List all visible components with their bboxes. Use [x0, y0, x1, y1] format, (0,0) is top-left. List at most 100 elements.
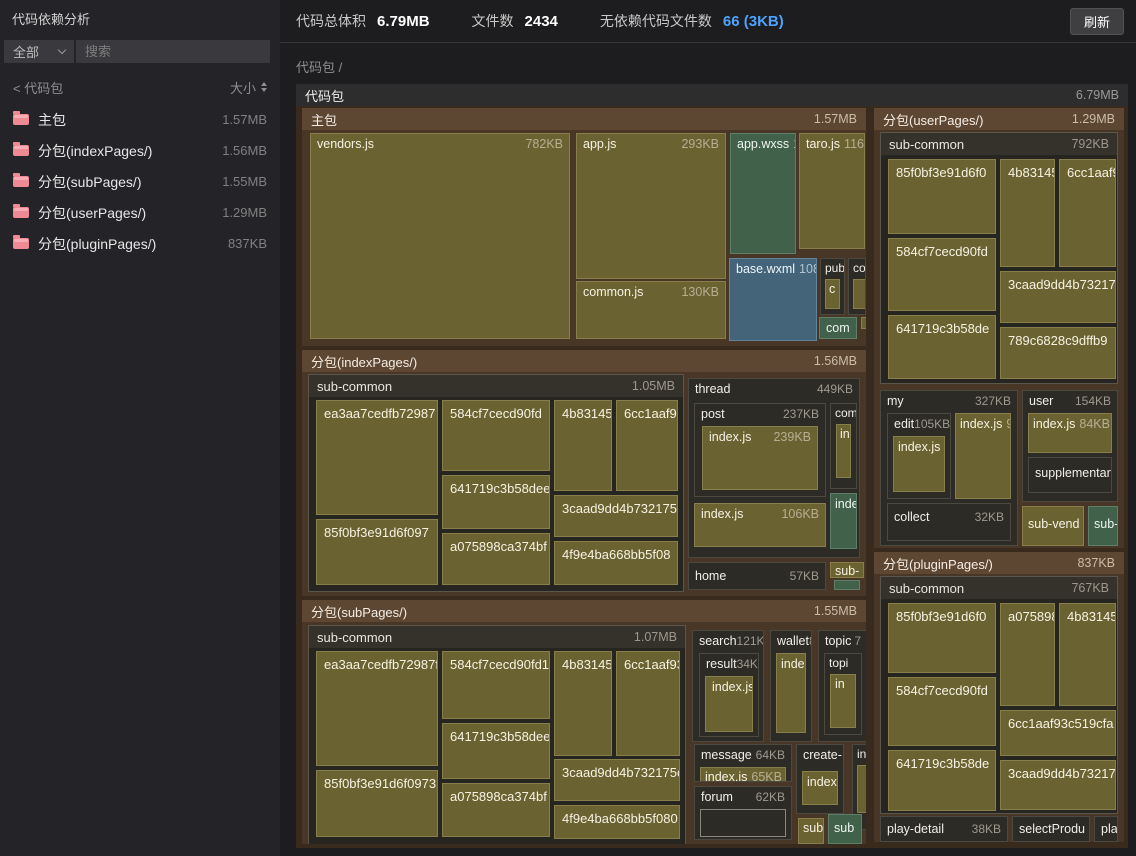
sidebar-item-userpages[interactable]: 分包(userPages/) 1.29MB [0, 197, 280, 228]
sub-common-header[interactable]: sub-common 792KB [881, 133, 1117, 155]
hash-file-box[interactable]: ea3aa7cedfb72987 [316, 400, 438, 515]
sidebar-item-pluginpages[interactable]: 分包(pluginPages/) 837KB [0, 228, 280, 259]
hash-file-box[interactable]: 85f0bf3e91d6f0 [888, 159, 996, 234]
dir-box-pub[interactable]: pub c [820, 258, 845, 315]
hash-file-box[interactable]: 641719c3b58dee [442, 723, 550, 779]
size-column-sort[interactable]: 大小 [230, 78, 267, 97]
filter-dropdown[interactable]: 全部 [4, 40, 74, 63]
file-box-index-js[interactable]: index.js84KB [1028, 413, 1112, 453]
hash-file-box[interactable]: 584cf7cecd90fd [888, 677, 996, 746]
file-box-app-wxss[interactable]: app.wxss11 [730, 133, 796, 254]
file-box[interactable]: c [825, 279, 840, 309]
file-box-inde[interactable]: inde [830, 493, 857, 549]
file-box-sub[interactable]: sub- [1088, 506, 1118, 546]
hash-file-box[interactable]: 6cc1aaf9 [616, 400, 678, 491]
file-box[interactable] [700, 809, 786, 837]
dir-box-wallet[interactable]: wallet8 index [770, 630, 812, 742]
dir-box-forum[interactable]: forum62KB [694, 786, 792, 840]
search-input[interactable] [76, 40, 270, 63]
hash-file-box[interactable]: 584cf7cecd90fd [888, 238, 996, 311]
dir-box-my[interactable]: my327KB edit105KB index.js index.js9 col… [880, 390, 1018, 546]
file-box[interactable] [834, 580, 860, 590]
hash-file-box[interactable]: 641719c3b58dee [442, 475, 550, 529]
file-box-index-js[interactable]: index.js [893, 436, 945, 492]
hash-file-box[interactable]: 4b831456 [554, 651, 612, 756]
treemap-section-header-main[interactable]: 主包 1.57MB [302, 108, 866, 130]
hash-file-box[interactable]: 789c6828c9dffb9 [1000, 327, 1116, 379]
file-box-app-js[interactable]: app.js293KB [576, 133, 726, 279]
file-box-sub[interactable]: sub- [830, 562, 864, 578]
file-box-taro-js[interactable]: taro.js116K [799, 133, 865, 249]
dir-box-supplementary[interactable]: supplementar [1028, 457, 1112, 493]
file-box[interactable]: in [836, 424, 851, 478]
file-box-index-js[interactable]: index.js9 [955, 413, 1011, 499]
hash-file-box[interactable]: 85f0bf3e91d6f0973 [316, 770, 438, 837]
file-box-index-js[interactable]: index.js106KB [694, 503, 826, 547]
file-box-index-js[interactable]: index.js239KB [702, 426, 818, 490]
breadcrumb[interactable]: 代码包 / [296, 57, 342, 76]
hash-file-box[interactable]: a075898ca374bf [442, 783, 550, 837]
treemap-root-header[interactable]: 代码包 6.79MB [296, 84, 1128, 106]
hash-file-box[interactable]: 3caad9dd4b732175c [554, 759, 680, 801]
dir-box-search[interactable]: search121K result34K index.js [692, 630, 764, 742]
dir-box-com[interactable]: com in [830, 403, 857, 489]
hash-file-box[interactable]: 85f0bf3e91d6f097 [316, 519, 438, 585]
hash-file-box[interactable]: 6cc1aaf93c519cfa [1000, 710, 1116, 756]
refresh-button[interactable]: 刷新 [1070, 8, 1124, 35]
treemap-section-header-indexpages[interactable]: 分包(indexPages/) 1.56MB [302, 350, 866, 372]
hash-file-box[interactable]: a075898 [1000, 603, 1055, 706]
treemap-section-header-userpages[interactable]: 分包(userPages/) 1.29MB [874, 108, 1124, 130]
dir-box-create[interactable]: create- index [796, 744, 844, 814]
hash-file-box[interactable]: 85f0bf3e91d6f0 [888, 603, 996, 673]
file-box-base-wxml[interactable]: base.wxml108 [729, 258, 817, 341]
file-box-index[interactable]: index [802, 771, 838, 805]
dir-box-collect[interactable]: collect32KB [887, 503, 1011, 541]
dir-box-user[interactable]: user154KB index.js84KB supplementar [1022, 390, 1118, 502]
dir-box-play[interactable]: play [1094, 816, 1118, 842]
hash-file-box[interactable]: 641719c3b58de [888, 315, 996, 379]
treemap-section-header-subpages[interactable]: 分包(subPages/) 1.55MB [302, 600, 866, 622]
sidebar-item-indexpages[interactable]: 分包(indexPages/) 1.56MB [0, 135, 280, 166]
file-box-sub-vendor[interactable]: sub-vend [1022, 506, 1084, 546]
hash-file-box[interactable]: a075898ca374bf [442, 533, 550, 585]
file-box[interactable] [861, 317, 866, 329]
hash-file-box[interactable]: 4f9e4ba668bb5f080 [554, 805, 680, 839]
hash-file-box[interactable]: 6cc1aaf9 [1059, 159, 1116, 267]
sidebar-item-main-package[interactable]: 主包 1.57MB [0, 104, 280, 135]
dir-box-co[interactable]: co [848, 258, 866, 315]
hash-file-box[interactable]: 3caad9dd4b73217 [1000, 271, 1116, 323]
hash-file-box[interactable]: 4b83145 [1000, 159, 1055, 267]
dir-box-edit[interactable]: edit105KB index.js [887, 413, 951, 499]
dir-box-select-product[interactable]: selectProdu [1012, 816, 1090, 842]
file-box-com[interactable]: com [819, 317, 857, 339]
dir-box-thread[interactable]: thread449KB post237KB index.js239KB inde… [688, 378, 860, 558]
sub-common-header[interactable]: sub-common 767KB [881, 577, 1117, 599]
treemap-section-header-pluginpages[interactable]: 分包(pluginPages/) 837KB [874, 552, 1124, 574]
hash-file-box[interactable]: 4b83145 [554, 400, 612, 491]
hash-file-box[interactable]: 3caad9dd4b73217 [1000, 760, 1116, 810]
hash-file-box[interactable]: 4b83145 [1059, 603, 1116, 706]
file-box[interactable] [853, 279, 866, 309]
sub-common-header[interactable]: sub-common 1.05MB [309, 375, 683, 397]
file-box-sub[interactable]: sub [798, 818, 824, 844]
file-box-index[interactable]: index [776, 653, 806, 733]
file-box-sub[interactable]: sub [828, 814, 862, 844]
hash-file-box[interactable]: 584cf7cecd90fd1 [442, 651, 550, 719]
dir-box-topic[interactable]: topic7 topi in [818, 630, 866, 742]
hash-file-box[interactable]: 641719c3b58de [888, 750, 996, 811]
hash-file-box[interactable]: 4f9e4ba668bb5f08 [554, 541, 678, 585]
file-box-index-js[interactable]: index.js65KB [700, 767, 786, 782]
dir-box-play-detail[interactable]: play-detail38KB [880, 816, 1008, 842]
sidebar-item-subpages[interactable]: 分包(subPages/) 1.55MB [0, 166, 280, 197]
file-box[interactable]: in [830, 674, 856, 728]
hash-file-box[interactable]: ea3aa7cedfb72987f [316, 651, 438, 766]
dir-box-post[interactable]: post237KB index.js239KB [694, 403, 826, 497]
hash-file-box[interactable]: 584cf7cecd90fd [442, 400, 550, 471]
file-box-index-js[interactable]: index.js [705, 676, 753, 732]
hash-file-box[interactable]: 3caad9dd4b732175 [554, 495, 678, 537]
sub-common-header[interactable]: sub-common 1.07MB [309, 626, 685, 648]
file-box[interactable] [857, 765, 866, 813]
back-breadcrumb[interactable]: < 代码包 [13, 78, 63, 97]
unused-files-link[interactable]: 66 (3KB) [723, 13, 784, 30]
file-box-vendors-js[interactable]: vendors.js782KB [310, 133, 570, 339]
